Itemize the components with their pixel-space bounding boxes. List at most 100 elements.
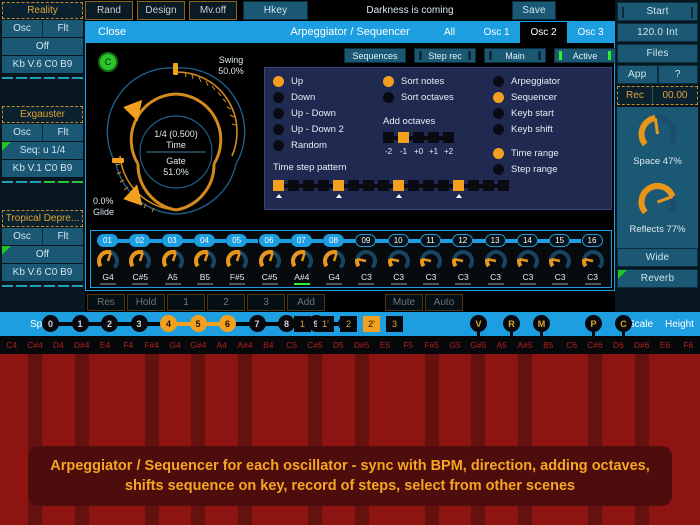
seq-node-13[interactable]: 13 xyxy=(484,234,506,247)
mode-option-sequencer[interactable]: Sequencer xyxy=(493,92,557,103)
rec-button[interactable]: Rec xyxy=(618,87,653,104)
marker-bead-m[interactable]: M xyxy=(533,315,550,332)
sort-option-sortoctaves[interactable]: Sort octaves xyxy=(383,92,454,103)
direction-option-random[interactable]: Random xyxy=(273,140,327,151)
save-button[interactable]: Save xyxy=(512,1,556,20)
seq-node-11[interactable]: 11 xyxy=(420,234,441,247)
panel-toolbar-sequences[interactable]: Sequences xyxy=(344,48,406,63)
panel-toolbar-step-rec[interactable]: Step rec xyxy=(414,48,476,63)
octave-bead-2[interactable]: 2 xyxy=(101,315,118,332)
slot-name-0[interactable]: Reality xyxy=(2,2,83,19)
topbar-button-rand[interactable]: Rand xyxy=(85,1,133,20)
reflects-knob[interactable]: Reflects 77% xyxy=(617,178,698,240)
seq-knob-10[interactable] xyxy=(386,250,412,272)
octave-bead-5[interactable]: 5 xyxy=(189,315,207,332)
seq-knob-09[interactable] xyxy=(353,250,379,272)
tab-osc-2[interactable]: Osc 2 xyxy=(520,22,567,43)
time-step-5[interactable] xyxy=(348,180,359,191)
slot-mode-button-2[interactable]: Off xyxy=(2,246,83,263)
tab-osc-3[interactable]: Osc 3 xyxy=(567,22,614,43)
seq-node-14[interactable]: 14 xyxy=(516,234,538,247)
octave-step-3[interactable] xyxy=(428,132,439,143)
scene-button-4[interactable]: 3 xyxy=(386,316,403,332)
direction-option-down[interactable]: Down xyxy=(273,92,315,103)
mode-option-arpeggiator[interactable]: Arpeggiator xyxy=(493,76,560,87)
seq-knob-01[interactable] xyxy=(95,250,121,272)
time-step-0[interactable] xyxy=(273,180,284,191)
octave-bead-7[interactable]: 7 xyxy=(248,315,266,332)
slot-flt-button-0[interactable]: Flt xyxy=(43,20,83,37)
tempo-display[interactable]: 120.0 Int xyxy=(617,23,698,42)
mode-option-keybshift[interactable]: Keyb shift xyxy=(493,124,553,135)
time-step-14[interactable] xyxy=(483,180,494,191)
seq-node-15[interactable]: 15 xyxy=(549,234,571,247)
seq-knob-16[interactable] xyxy=(580,250,606,272)
height-label[interactable]: Height xyxy=(665,319,694,330)
scene-button-1[interactable]: 1' xyxy=(317,316,334,332)
octave-bead-6[interactable]: 6 xyxy=(219,315,236,332)
octave-step-2[interactable] xyxy=(413,132,424,143)
start-button[interactable]: Start xyxy=(617,2,698,21)
marker-bead-v[interactable]: V xyxy=(470,315,487,332)
slot-osc-button-2[interactable]: Osc xyxy=(2,228,43,245)
seq-knob-04[interactable] xyxy=(192,250,218,272)
seq-knob-05[interactable] xyxy=(224,250,250,272)
seq-node-08[interactable]: 08 xyxy=(323,234,345,247)
mode-option-keybstart[interactable]: Keyb start xyxy=(493,108,554,119)
slot-osc-button-0[interactable]: Osc xyxy=(2,20,43,37)
slot-kb-button-0[interactable]: Kb V.6 C0 B9 xyxy=(2,56,83,73)
octave-step-1[interactable] xyxy=(398,132,409,143)
preset-name-field[interactable]: Darkness is coming xyxy=(310,1,510,20)
seq-node-10[interactable]: 10 xyxy=(387,234,409,247)
seq-knob-08[interactable] xyxy=(321,250,347,272)
seq-knob-13[interactable] xyxy=(483,250,509,272)
slot-osc-button-1[interactable]: Osc xyxy=(2,124,43,141)
wide-button[interactable]: Wide xyxy=(617,248,698,267)
seq-knob-14[interactable] xyxy=(515,250,541,272)
tab-all[interactable]: All xyxy=(426,22,473,43)
topbar-button-mvoff[interactable]: Mv.off xyxy=(189,1,237,20)
help-button[interactable]: ? xyxy=(657,65,698,84)
space-knob[interactable]: Space 47% xyxy=(617,110,698,172)
seq-knob-03[interactable] xyxy=(160,250,186,272)
marker-bead-c[interactable]: C xyxy=(615,315,632,332)
tab-osc-1[interactable]: Osc 1 xyxy=(473,22,520,43)
octave-bead-8[interactable]: 8 xyxy=(278,315,295,332)
scene-button-0[interactable]: 1 xyxy=(294,316,311,332)
seq-node-12[interactable]: 12 xyxy=(452,234,474,247)
octave-bead-3[interactable]: 3 xyxy=(130,315,148,332)
panel-toolbar-active[interactable]: Active xyxy=(554,48,616,63)
time-step-3[interactable] xyxy=(318,180,329,191)
seq-node-04[interactable]: 04 xyxy=(193,234,215,247)
marker-bead-r[interactable]: R xyxy=(503,315,520,332)
seq-knob-12[interactable] xyxy=(450,250,476,272)
octave-step-0[interactable] xyxy=(383,132,394,143)
seq-node-03[interactable]: 03 xyxy=(161,234,183,247)
time-step-9[interactable] xyxy=(408,180,419,191)
panel-toolbar-main[interactable]: Main xyxy=(484,48,546,63)
reverb-button[interactable]: Reverb xyxy=(617,269,698,288)
files-button[interactable]: Files xyxy=(617,44,698,63)
seq-node-16[interactable]: 16 xyxy=(581,234,603,247)
octave-bead-0[interactable]: 0 xyxy=(42,315,59,332)
time-step-7[interactable] xyxy=(378,180,389,191)
time-step-pattern-strip[interactable] xyxy=(273,180,509,191)
seq-knob-11[interactable] xyxy=(418,250,444,272)
seq-node-02[interactable]: 02 xyxy=(129,234,151,247)
key-badge[interactable]: C xyxy=(98,52,118,72)
seq-knob-06[interactable] xyxy=(257,250,283,272)
seq-node-01[interactable]: 01 xyxy=(97,234,118,247)
marker-bead-p[interactable]: P xyxy=(585,315,602,332)
octave-step-4[interactable] xyxy=(443,132,454,143)
scene-button-3[interactable]: 2' xyxy=(363,316,380,332)
time-gate-dial[interactable]: C Swing 50.0% 1/4 (0.500) Time Gate 51.0… xyxy=(90,46,262,226)
time-step-15[interactable] xyxy=(498,180,509,191)
scene-button-2[interactable]: 2 xyxy=(340,316,357,332)
time-step-1[interactable] xyxy=(288,180,299,191)
add-octaves-strip[interactable] xyxy=(383,132,454,143)
time-step-4[interactable] xyxy=(333,180,344,191)
seq-node-07[interactable]: 07 xyxy=(290,234,312,247)
time-step-8[interactable] xyxy=(393,180,404,191)
seq-knob-02[interactable] xyxy=(127,250,153,272)
slot-name-1[interactable]: Exgauster xyxy=(2,106,83,123)
